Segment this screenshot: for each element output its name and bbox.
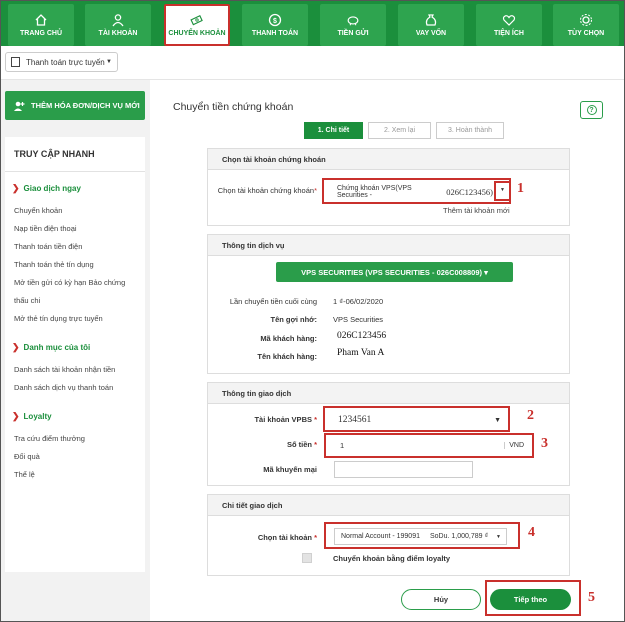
add-bill-service-button[interactable]: THÊM HÓA ĐƠN/DỊCH VỤ MỚI [5,91,145,120]
customer-id-value: 026C123456 [337,331,387,341]
dollar-icon: $ [268,13,282,27]
question-icon: ? [586,105,597,115]
annotation-4: 4 [528,525,535,540]
customer-id-label: Mã khách hàng: [260,334,317,343]
chevron-right-icon: ❯ [12,411,20,421]
highlight-box-5 [485,580,581,616]
top-nav: TRANG CHỦ TÀI KHOẢN CHUYỂN KHOẢN $ THANH… [0,0,625,46]
nickname-value: VPS Securities [333,315,384,324]
select-account-label: Chọn tài khoản * [257,533,317,542]
nav-payment[interactable]: $ THANH TOÁN [242,4,308,46]
promo-code-label: Mã khuyến mại [263,465,317,474]
sidebar: THÊM HÓA ĐƠN/DỊCH VỤ MỚI TRUY CẬP NHANH … [0,80,150,622]
highlight-box-1 [322,178,511,204]
loyalty-label: Chuyển khoản bằng điểm loyalty [333,554,451,563]
chevron-right-icon: ❯ [12,183,20,193]
step-details: 1. Chi tiết [304,122,363,139]
document-icon [11,57,20,67]
chevron-down-icon: ▼ [106,59,112,65]
highlight-box-3 [324,433,534,458]
securities-dropdown-button[interactable]: ▼ [494,181,511,201]
group-transact-now[interactable]: ❯ Giao dịch ngay [12,183,81,194]
payment-type-dropdown[interactable]: Thanh toán trực tuyến ▼ [5,52,118,72]
amount-label: Số tiền * [286,440,317,449]
nav-loan[interactable]: VAY VỐN [398,4,464,46]
sub-bar: Thanh toán trực tuyến ▼ [0,46,625,80]
loyalty-checkbox[interactable] [302,553,312,563]
quick-access-title: TRUY CẬP NHANH [14,149,95,159]
gear-icon [579,13,593,27]
nav-deposit[interactable]: TIỀN GỬI [320,4,386,46]
link-transfer[interactable]: Chuyển khoản [14,206,62,215]
step-review: 2. Xem lại [368,122,431,139]
link-redeem-gift[interactable]: Đổi quà [14,452,40,461]
cancel-button[interactable]: Hủy [401,589,481,610]
customer-name-label: Tên khách hàng: [257,352,317,361]
link-phone-topup[interactable]: Nạp tiền điện thoại [14,224,77,233]
link-recipient-list[interactable]: Danh sách tài khoản nhận tiền [14,365,115,374]
link-credit-card-payment[interactable]: Thanh toán thẻ tín dụng [14,260,94,269]
link-rules[interactable]: Thể lệ [14,470,35,479]
section-heading: Thông tin dịch vụ [208,235,569,256]
vpbs-account-label: Tài khoản VPBS * [254,415,317,424]
money-bag-icon [424,13,438,27]
divider [5,171,145,172]
nav-utilities[interactable]: TIỆN ÍCH [476,4,542,46]
annotation-1: 1 [517,181,524,196]
promo-code-input[interactable] [334,461,473,478]
step-complete: 3. Hoàn thành [436,122,504,139]
link-electricity-bill[interactable]: Thanh toán tiền điện [14,242,82,251]
transfer-icon [190,13,204,27]
add-user-icon [13,100,25,112]
group-my-lists[interactable]: ❯ Danh mục của tôi [12,342,90,353]
nav-home[interactable]: TRANG CHỦ [8,4,74,46]
highlight-box-2 [323,406,510,432]
link-term-deposit[interactable]: Mở tiền gửi có kỳ hạn Bảo chứng [14,278,125,287]
home-icon [34,13,48,27]
section-heading: Chi tiết giao dịch [208,495,569,516]
chevron-down-icon: ▼ [500,187,505,193]
quick-access-panel: TRUY CẬP NHANH ❯ Giao dịch ngay Chuyển kh… [5,137,145,572]
vps-provider-select[interactable]: VPS SECURITIES (VPS SECURITIES - 026C008… [276,262,513,282]
annotation-5: 5 [588,590,595,605]
group-loyalty[interactable]: ❯ Loyalty [12,411,52,422]
section-heading: Chọn tài khoản chứng khoán [208,149,569,170]
link-payment-service-list[interactable]: Danh sách dịch vụ thanh toán [14,383,113,392]
add-new-account-link[interactable]: Thêm tài khoản mới [443,206,510,215]
nav-settings[interactable]: TÙY CHỌN [553,4,619,46]
user-icon [111,13,125,27]
annotation-2: 2 [527,408,534,423]
link-open-credit-card[interactable]: Mở thẻ tín dụng trực tuyến [14,314,103,323]
chevron-right-icon: ❯ [12,342,20,352]
page-title: Chuyển tiền chứng khoán [173,101,294,113]
piggy-bank-icon [346,13,360,27]
last-transfer-value: 1 ₫-06/02/2020 [333,297,384,306]
annotation-3: 3 [541,436,548,451]
last-transfer-label: Lần chuyển tiền cuối cùng [229,297,317,306]
link-reward-lookup[interactable]: Tra cứu điểm thưởng [14,434,85,443]
securities-account-label: Chọn tài khoản chứng khoán* [217,186,317,195]
svg-text:$: $ [273,18,277,25]
heart-icon [502,13,516,27]
nav-transfer[interactable]: CHUYỂN KHOẢN [164,4,230,46]
help-button[interactable]: ? [580,101,603,119]
highlight-box-4 [324,522,520,549]
link-overdraft[interactable]: thấu chi [14,296,40,305]
nav-account[interactable]: TÀI KHOẢN [85,4,151,46]
customer-name-value: Pham Van A [337,348,385,358]
section-heading: Thông tin giao dịch [208,383,569,404]
nickname-label: Tên gợi nhớ: [270,315,318,324]
